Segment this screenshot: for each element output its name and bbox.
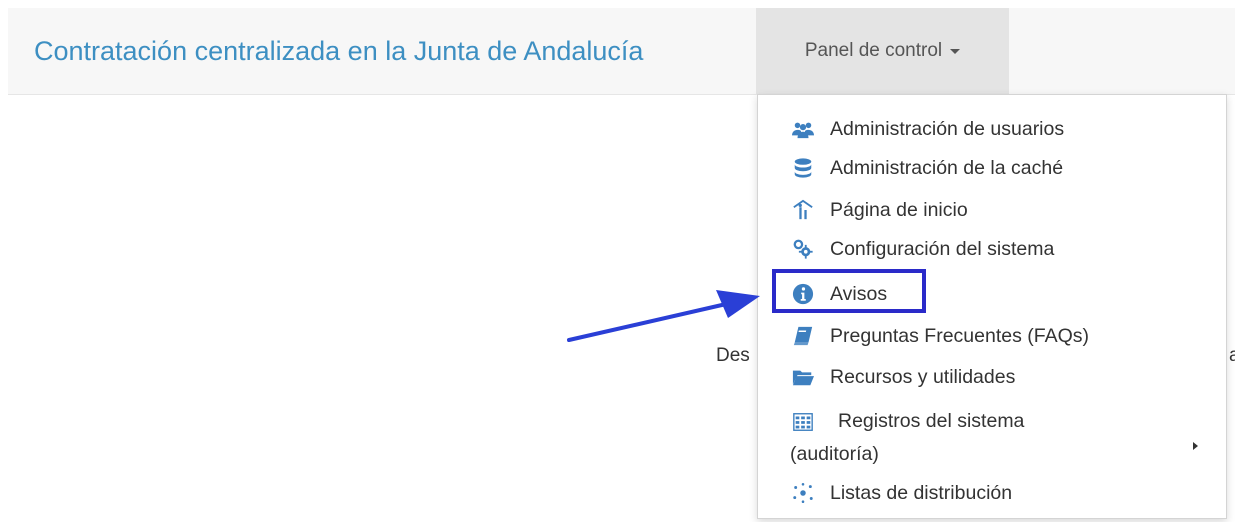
- avisos-highlight-box: [772, 269, 926, 313]
- caret-down-icon: [950, 48, 961, 54]
- menu-item-label: Recursos y utilidades: [830, 365, 1016, 388]
- panel-control-dropdown-toggle[interactable]: Panel de control: [756, 8, 1009, 94]
- registry-grid-icon: [793, 412, 813, 431]
- menu-item-label: Administración de usuarios: [830, 117, 1065, 140]
- menu-item-admin-cache[interactable]: Administración de la caché: [758, 148, 1226, 188]
- menu-item-registros[interactable]: Registros del sistema (auditoría): [758, 397, 1226, 471]
- menu-item-faqs[interactable]: Preguntas Frecuentes (FAQs): [758, 316, 1226, 356]
- menu-item-pagina-inicio[interactable]: Página de inicio: [758, 190, 1226, 230]
- menu-item-configuracion[interactable]: Configuración del sistema: [758, 229, 1226, 269]
- menu-item-label: Página de inicio: [830, 198, 968, 221]
- menu-item-recursos[interactable]: Recursos y utilidades: [758, 357, 1226, 397]
- network-icon: [793, 483, 813, 503]
- background-text-fragment: Des: [716, 345, 750, 366]
- users-icon: [792, 122, 814, 139]
- panel-control-label: Panel de control: [804, 40, 943, 61]
- background-text-fragment-right: a: [1229, 345, 1235, 366]
- gears-icon: [793, 239, 813, 259]
- menu-item-label: Preguntas Frecuentes (FAQs): [830, 324, 1090, 347]
- top-navbar: Contratación centralizada en la Junta de…: [8, 8, 1235, 95]
- menu-item-label: Registros del sistema: [838, 410, 1025, 432]
- database-icon: [794, 158, 812, 178]
- menu-item-label: Configuración del sistema: [830, 237, 1055, 260]
- caret-right-icon: [1193, 442, 1198, 450]
- menu-item-label: Listas de distribución: [830, 481, 1013, 504]
- home-tree-icon: [793, 199, 813, 220]
- folder-open-icon: [792, 370, 814, 386]
- menu-item-listas-distribucion[interactable]: Listas de distribución: [758, 473, 1226, 513]
- menu-item-label-line2: (auditoría): [790, 443, 879, 465]
- book-icon: [793, 326, 813, 346]
- menu-item-label: Administración de la caché: [830, 156, 1064, 179]
- brand-title[interactable]: Contratación centralizada en la Junta de…: [34, 36, 643, 67]
- menu-item-admin-usuarios[interactable]: Administración de usuarios: [758, 109, 1226, 149]
